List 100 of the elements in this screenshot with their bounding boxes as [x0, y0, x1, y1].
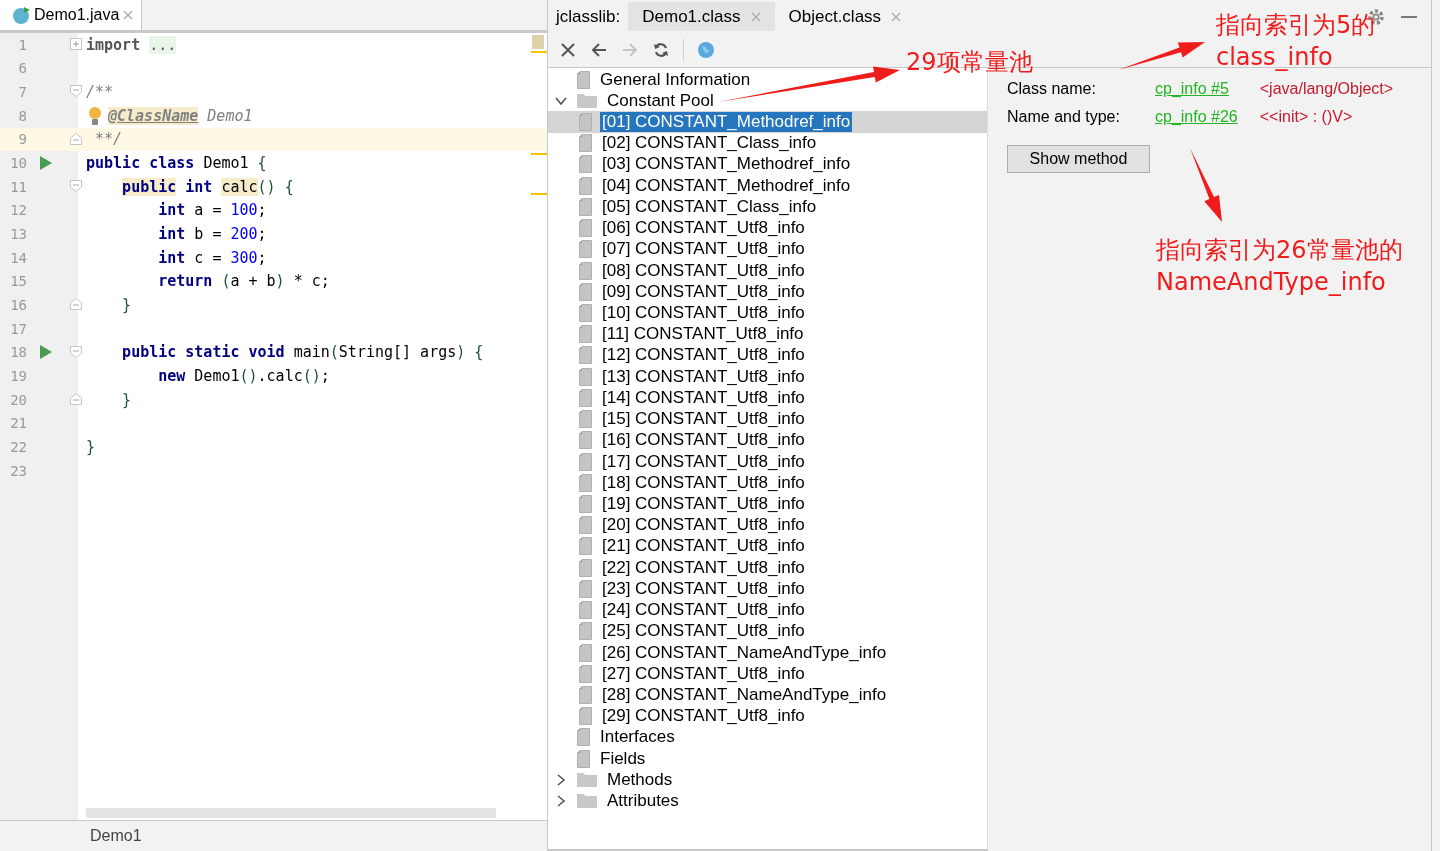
code-line: int a = 100;	[157, 201, 267, 220]
breadcrumb[interactable]: Demo1	[90, 827, 142, 845]
tree-item[interactable]: [02] CONSTANT_Class_info	[600, 133, 819, 154]
fold-icon[interactable]	[70, 132, 82, 145]
line-number: 21	[9, 415, 27, 432]
tree-item[interactable]: [25] CONSTANT_Utf8_info	[600, 621, 807, 642]
file-icon	[579, 685, 592, 704]
tree-item[interactable]: Attributes	[605, 791, 681, 812]
fold-icon[interactable]	[70, 85, 82, 98]
tree-item[interactable]: [24] CONSTANT_Utf8_info	[600, 600, 807, 621]
line-number: 19	[9, 368, 27, 384]
code-line: }	[86, 438, 96, 456]
scrollbar[interactable]	[86, 808, 496, 818]
code-line: int b = 200;	[157, 225, 267, 244]
tree-item[interactable]: [17] CONSTANT_Utf8_info	[600, 451, 807, 472]
fold-icon[interactable]	[70, 179, 82, 192]
file-icon	[579, 622, 592, 641]
tree-item[interactable]: [04] CONSTANT_Methodref_info	[600, 175, 853, 196]
file-icon	[579, 155, 592, 174]
close-icon	[891, 11, 902, 22]
file-icon	[579, 643, 592, 662]
tree-item[interactable]: [11] CONSTANT_Utf8_info	[600, 324, 806, 345]
line-number: 23	[9, 462, 27, 479]
tree-item[interactable]: [20] CONSTANT_Utf8_info	[600, 515, 807, 536]
back-arrow-icon[interactable]	[590, 41, 608, 59]
tree-item[interactable]: [10] CONSTANT_Utf8_info	[600, 303, 807, 323]
file-icon	[579, 579, 592, 598]
tree-item[interactable]: [18] CONSTANT_Utf8_info	[600, 472, 807, 493]
file-icon	[579, 134, 592, 153]
tree-item[interactable]: [19] CONSTANT_Utf8_info	[600, 494, 807, 514]
chevron-icon[interactable]	[555, 773, 567, 786]
tree-item[interactable]: Fields	[598, 748, 648, 769]
class-file-icon	[12, 6, 30, 24]
minimize-icon[interactable]	[1401, 15, 1417, 19]
file-icon	[579, 282, 592, 301]
file-icon	[579, 304, 592, 322]
tree-item[interactable]: [14] CONSTANT_Utf8_info	[600, 387, 807, 408]
tree-item[interactable]: [23] CONSTANT_Utf8_info	[600, 578, 807, 599]
panel-title: jclasslib:	[556, 6, 621, 27]
chevron-icon[interactable]	[555, 795, 567, 808]
fold-icon[interactable]	[70, 392, 82, 405]
file-icon	[579, 176, 592, 195]
tree-item[interactable]: [28] CONSTANT_NameAndType_info	[600, 684, 889, 705]
file-icon	[579, 346, 592, 365]
tree-item[interactable]: [03] CONSTANT_Methodref_info	[600, 154, 853, 175]
line-number: 13	[9, 226, 27, 243]
fold-icon[interactable]	[70, 38, 82, 50]
tree-item[interactable]: [15] CONSTANT_Utf8_info	[600, 409, 807, 430]
tree-item[interactable]: [26] CONSTANT_NameAndType_info	[600, 642, 889, 663]
fold-icon[interactable]	[70, 298, 82, 311]
globe-icon[interactable]	[697, 41, 715, 59]
file-icon	[579, 431, 592, 450]
line-number: 10	[9, 155, 27, 172]
editor-tab[interactable]: Demo1.java	[0, 0, 143, 30]
file-tab[interactable]: Object.class	[774, 2, 916, 31]
code-line: int c = 300;	[157, 248, 267, 267]
line-number: 14	[9, 249, 27, 266]
line-number: 7	[17, 84, 27, 101]
run-icon[interactable]	[40, 345, 52, 360]
fold-icon[interactable]	[70, 345, 82, 358]
code-line: }	[121, 296, 132, 315]
tree-item[interactable]: Methods	[605, 769, 675, 790]
tree-item[interactable]: [29] CONSTANT_Utf8_info	[600, 706, 807, 727]
tree-item[interactable]: Interfaces	[598, 727, 677, 748]
lightbulb-icon[interactable]	[88, 105, 102, 126]
field-value: <java/lang/Object>	[1259, 80, 1394, 97]
tree-item[interactable]: [09] CONSTANT_Utf8_info	[600, 281, 807, 302]
file-icon	[579, 537, 592, 556]
warning-mark	[531, 153, 547, 155]
tree-item[interactable]: [21] CONSTANT_Utf8_info	[600, 536, 807, 557]
tree-item[interactable]: [06] CONSTANT_Utf8_info	[600, 218, 807, 239]
file-icon	[579, 410, 592, 429]
tree-item[interactable]: [05] CONSTANT_Class_info	[600, 196, 819, 217]
refresh-icon[interactable]	[652, 41, 670, 59]
tree-item[interactable]: [12] CONSTANT_Utf8_info	[600, 345, 807, 366]
line-number: 8	[17, 107, 27, 124]
file-icon	[579, 516, 592, 535]
file-icon	[579, 367, 592, 386]
tree-item[interactable]: [07] CONSTANT_Utf8_info	[600, 239, 807, 260]
run-icon[interactable]	[40, 156, 52, 171]
code-line: public int calc() {	[121, 177, 294, 196]
tree-item[interactable]: [01] CONSTANT_Methodref_info	[600, 112, 853, 133]
file-icon	[579, 664, 592, 683]
line-number: 12	[9, 202, 27, 219]
close-icon	[123, 10, 134, 20]
tree-item[interactable]: [16] CONSTANT_Utf8_info	[600, 430, 807, 451]
tree-item[interactable]: [27] CONSTANT_Utf8_info	[600, 663, 807, 684]
tree-item[interactable]: [22] CONSTANT_Utf8_info	[600, 557, 807, 578]
annotation-text: 29项常量池	[906, 47, 1033, 78]
close-icon[interactable]	[559, 41, 577, 59]
warning-mark	[531, 193, 547, 195]
tree-item[interactable]: General Information	[598, 69, 753, 90]
file-icon	[579, 388, 592, 407]
tree-item[interactable]: [13] CONSTANT_Utf8_info	[600, 366, 807, 387]
file-tab[interactable]: Demo1.class	[628, 2, 775, 31]
show-method-button[interactable]: Show method	[1007, 145, 1150, 173]
tree-item[interactable]: [08] CONSTANT_Utf8_info	[600, 260, 807, 281]
annotation-text: 指向索引为5的 class_info	[1216, 10, 1376, 73]
tree-item[interactable]: Constant Pool	[605, 90, 716, 111]
status-indicator-icon	[532, 35, 544, 49]
